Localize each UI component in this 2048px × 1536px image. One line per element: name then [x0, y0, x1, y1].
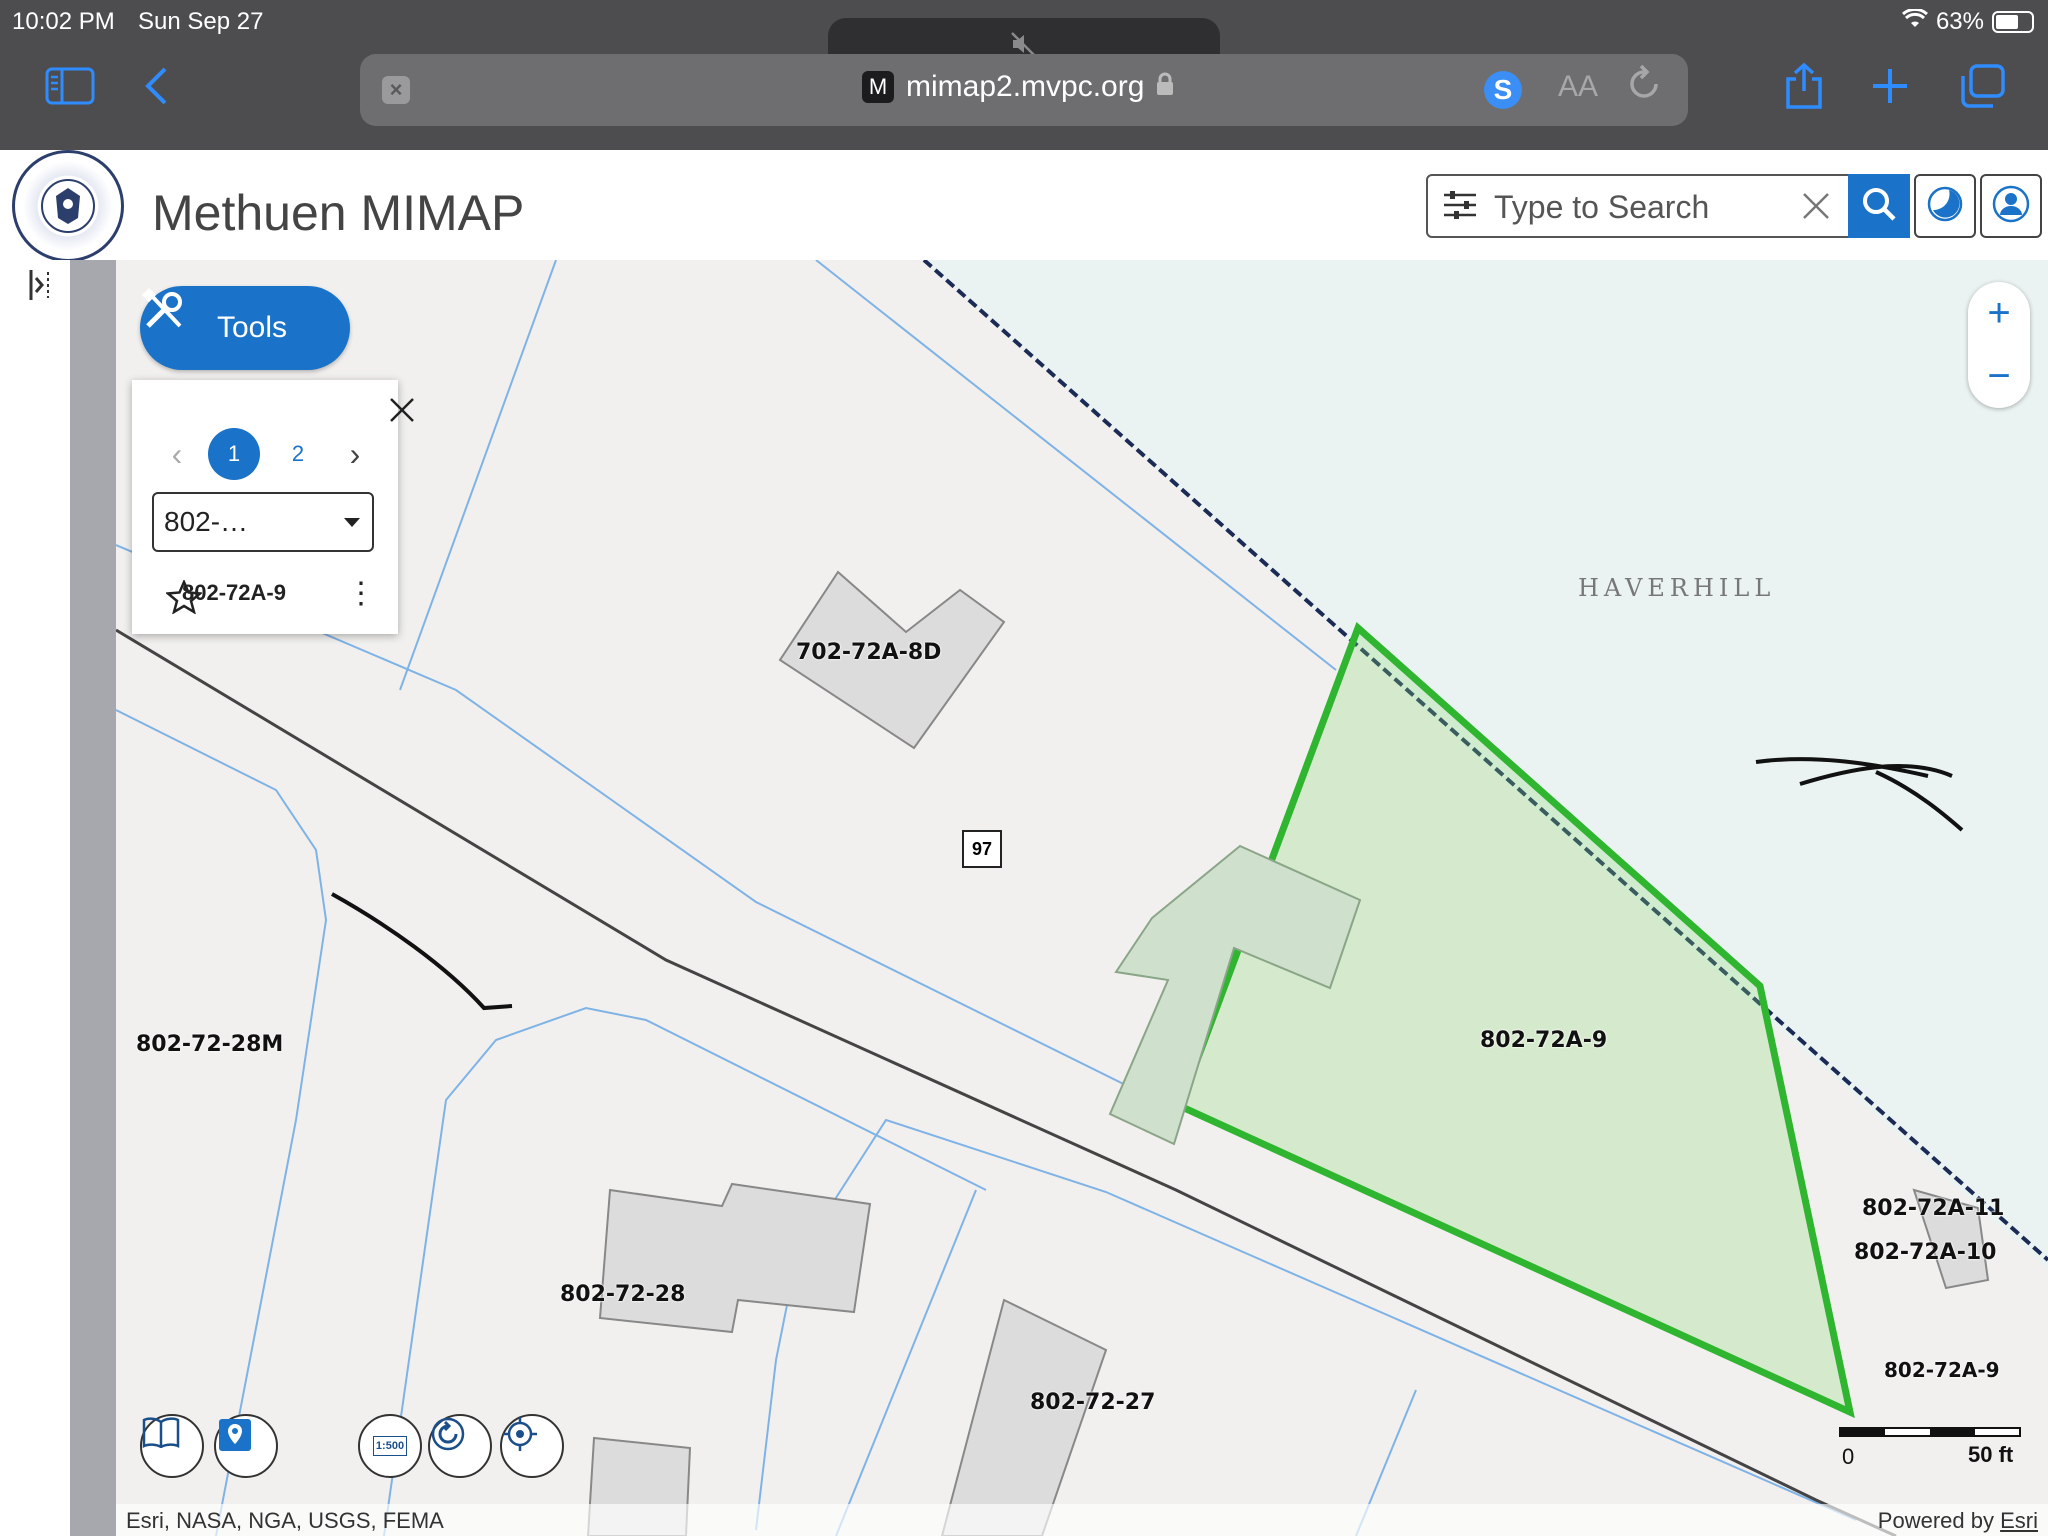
url-display[interactable]: M mimap2.mvpc.org — [862, 70, 1174, 104]
feature-popup: ‹ 1 2 › 802-… 802-72A-9 ⋮ — [132, 380, 414, 634]
share-button[interactable] — [1776, 62, 1832, 119]
parcel-label[interactable]: 802-72-27 — [1030, 1390, 1155, 1415]
scale-end-label: 50 ft — [1968, 1442, 2014, 1467]
popup-pager: ‹ 1 2 › — [152, 428, 380, 480]
zoom-control: + − — [1968, 282, 2030, 408]
feature-select-value: 802-… — [164, 506, 249, 537]
powered-by: Powered by Esri — [1878, 1508, 2038, 1534]
zoom-out-button[interactable]: − — [1968, 345, 2030, 408]
basemap-button[interactable] — [214, 1414, 278, 1478]
chevron-right-icon[interactable]: › — [330, 436, 380, 473]
parcel-label[interactable]: 802-72A-10 — [1854, 1240, 1996, 1265]
left-rail — [0, 260, 70, 1536]
sidebar-toggle-button[interactable] — [42, 66, 98, 116]
battery-icon — [1992, 11, 2034, 33]
panel-divider — [70, 260, 116, 1536]
parcel-label[interactable]: 802-72A-9 — [1884, 1358, 2000, 1382]
theme-toggle-button[interactable] — [1914, 174, 1976, 238]
city-seal-logo — [12, 150, 124, 262]
search-button[interactable] — [1848, 174, 1910, 238]
search-icon — [1861, 186, 1897, 227]
route-shield: 97 — [962, 830, 1002, 868]
ink-mark-left — [331, 892, 513, 1011]
user-account-button[interactable] — [1980, 174, 2042, 238]
plus-icon — [1871, 67, 1909, 115]
tabs-button[interactable] — [1954, 64, 2010, 118]
battery-percent: 63% — [1935, 8, 1984, 35]
tools-button[interactable]: Tools — [140, 286, 350, 370]
wifi-icon — [1901, 7, 1928, 36]
search-box — [1426, 174, 1910, 238]
esri-link[interactable]: Esri — [2000, 1508, 2038, 1533]
address-bar[interactable]: × M mimap2.mvpc.org S AA — [360, 54, 1688, 126]
lock-icon — [1156, 70, 1174, 104]
status-time: 10:02 PM — [12, 8, 115, 35]
close-tab-icon[interactable]: × — [382, 76, 410, 104]
scale-icon: 1:500 — [372, 1436, 408, 1456]
text-size-button[interactable]: AA — [1558, 70, 1598, 104]
locate-me-button[interactable] — [500, 1414, 564, 1478]
share-icon — [1783, 62, 1825, 119]
parcel-label-selected[interactable]: 802-72A-9 — [1480, 1028, 1607, 1053]
bookmarks-button[interactable] — [140, 1414, 204, 1478]
page-2-button[interactable]: 2 — [272, 428, 324, 480]
user-icon — [1991, 184, 2031, 229]
browser-chrome: 10:02 PM Sun Sep 27 63% × M mimap2.mvpc.… — [0, 0, 2048, 150]
clear-search-icon[interactable] — [1800, 180, 1832, 233]
url-text: mimap2.mvpc.org — [906, 70, 1145, 103]
parcel-label[interactable]: 802-72A-11 — [1862, 1196, 2004, 1221]
popup-feature-item[interactable]: 802-72A-9 — [166, 580, 286, 614]
chevron-left-icon[interactable]: ‹ — [152, 436, 202, 473]
search-input[interactable] — [1494, 186, 1814, 228]
chevron-left-icon — [143, 66, 169, 116]
parcel-label[interactable]: 802-72-28M — [136, 1032, 283, 1057]
parcel-label[interactable]: 802-72-28 — [560, 1282, 685, 1307]
moon-icon — [1925, 184, 1965, 229]
scale-start-label: 0 — [1842, 1444, 1855, 1469]
powered-by-text: Powered by — [1877, 1508, 1994, 1533]
status-date: Sun Sep 27 — [138, 8, 264, 35]
more-vertical-icon[interactable]: ⋮ — [346, 576, 376, 611]
app-title: Methuen MIMAP — [152, 185, 525, 241]
map-view[interactable]: HAVERHILL 97 702-72A-8D 802-72A-9 802-72… — [116, 260, 2048, 1536]
tools-label: Tools — [216, 311, 288, 344]
scale-button[interactable]: 1:500 — [358, 1414, 422, 1478]
page-1-button[interactable]: 1 — [208, 428, 260, 480]
filter-sliders-icon[interactable] — [1442, 190, 1478, 228]
zoom-in-button[interactable]: + — [1968, 282, 2030, 345]
reset-rotation-button[interactable] — [428, 1414, 492, 1478]
app-header: Methuen MIMAP — [0, 150, 2048, 262]
tabs-icon — [1959, 64, 2005, 118]
extension-button[interactable]: S — [1484, 71, 1522, 109]
parcel-label[interactable]: 702-72A-8D — [796, 640, 941, 665]
site-favicon: M — [862, 71, 894, 103]
attribution-text: Esri, NASA, NGA, USGS, FEMA — [126, 1508, 444, 1533]
town-label-haverhill: HAVERHILL — [1578, 574, 1776, 602]
new-tab-button[interactable] — [1862, 66, 1918, 116]
reload-icon[interactable] — [1628, 64, 1662, 112]
back-button[interactable] — [128, 66, 184, 116]
map-attribution: Esri, NASA, NGA, USGS, FEMA Powered by E… — [116, 1504, 2048, 1536]
status-right: 63% — [1901, 7, 2034, 36]
scale-bar-graphic — [1839, 1427, 2021, 1437]
map-canvas — [116, 260, 2048, 1536]
feature-select[interactable]: 802-… — [152, 492, 374, 552]
panel-expand-icon[interactable] — [28, 268, 54, 310]
sidebar-icon — [45, 67, 95, 115]
caret-down-icon — [344, 518, 360, 527]
